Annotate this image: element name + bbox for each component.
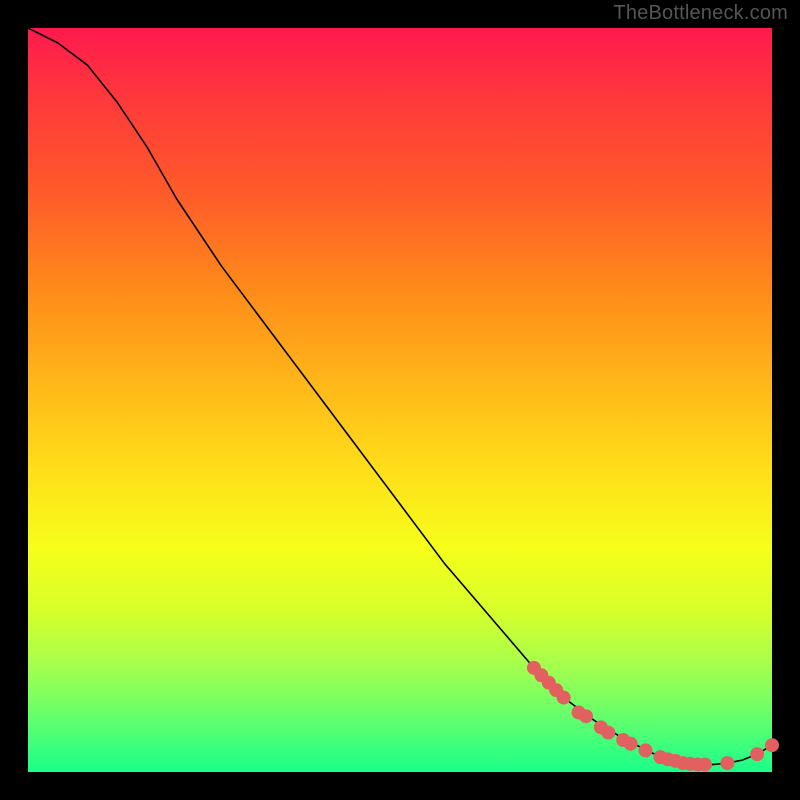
data-marker <box>601 726 615 740</box>
bottleneck-curve <box>28 28 772 765</box>
data-marker <box>579 709 593 723</box>
data-marker <box>639 743 653 757</box>
data-marker <box>720 756 734 770</box>
data-marker <box>750 747 764 761</box>
data-marker <box>698 758 712 772</box>
plot-area <box>28 28 772 772</box>
chart-frame: TheBottleneck.com <box>0 0 800 800</box>
data-marker <box>624 737 638 751</box>
watermark-text: TheBottleneck.com <box>613 2 788 25</box>
data-marker <box>765 738 779 752</box>
marker-group <box>527 661 779 772</box>
plot-svg <box>28 28 772 772</box>
data-marker <box>557 691 571 705</box>
